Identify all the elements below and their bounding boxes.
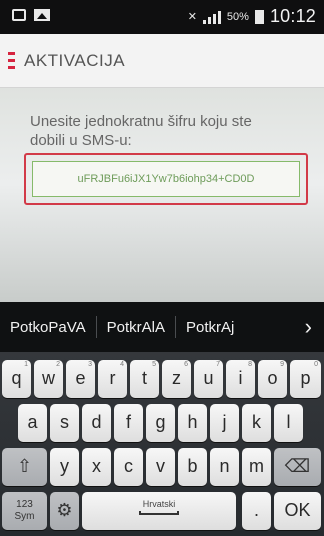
key-r[interactable]: 4r: [98, 360, 127, 398]
keyboard: 1q 2w 3e 4r 5t 6z 7u 8i 9o 0p a s d f g …: [0, 352, 324, 536]
sms-code-input[interactable]: uFRJBFu6iJX1Yw7b6iohp34+CD0D: [32, 161, 300, 197]
key-hint: 1: [24, 361, 28, 368]
status-bar: ✕ 50% 10:12: [0, 0, 324, 34]
activation-content: Unesite jednokratnu šifru koju ste dobil…: [0, 88, 324, 302]
key-n[interactable]: n: [210, 448, 239, 486]
key-h[interactable]: h: [178, 404, 207, 442]
key-a[interactable]: a: [18, 404, 47, 442]
gear-icon: ⚙: [56, 500, 73, 520]
suggestion-item[interactable]: PotkoPaVA: [0, 319, 96, 336]
shift-key[interactable]: ⇧: [2, 448, 47, 486]
space-label: Hrvatski: [142, 499, 176, 509]
key-t[interactable]: 5t: [130, 360, 159, 398]
key-i[interactable]: 8i: [226, 360, 255, 398]
key-label: t: [141, 368, 147, 388]
symbols-label: 123 Sym: [14, 499, 35, 522]
key-w[interactable]: 2w: [34, 360, 63, 398]
key-f[interactable]: f: [114, 404, 143, 442]
key-label: z: [172, 368, 181, 388]
key-b[interactable]: b: [178, 448, 207, 486]
key-hint: 2: [56, 361, 60, 368]
key-e[interactable]: 3e: [66, 360, 95, 398]
battery-percent: 50%: [226, 10, 249, 23]
key-hint: 8: [248, 361, 252, 368]
suggestion-bar: PotkoPaVA PotkrAlA PotkrAj ›: [0, 302, 324, 352]
backspace-key[interactable]: ⌫: [274, 448, 321, 486]
key-x[interactable]: x: [82, 448, 111, 486]
key-c[interactable]: c: [114, 448, 143, 486]
key-label: o: [267, 368, 278, 388]
instruction-text: Unesite jednokratnu šifru koju ste dobil…: [30, 113, 252, 149]
battery-icon: [254, 9, 264, 24]
mute-icon: ✕: [187, 11, 197, 23]
key-label: u: [203, 368, 214, 388]
more-suggestions-icon[interactable]: ›: [305, 314, 312, 340]
period-key[interactable]: .: [242, 492, 271, 530]
key-d[interactable]: d: [82, 404, 111, 442]
key-k[interactable]: k: [242, 404, 271, 442]
key-v[interactable]: v: [146, 448, 175, 486]
notification-icon: [12, 9, 26, 21]
ok-key[interactable]: OK: [274, 492, 321, 530]
suggestion-item[interactable]: PotkrAj: [176, 319, 244, 336]
key-label: r: [109, 368, 116, 388]
app-bar: AKTIVACIJA: [0, 34, 324, 88]
suggestion-item[interactable]: PotkrAlA: [97, 319, 175, 336]
key-hint: 0: [314, 361, 318, 368]
key-y[interactable]: y: [50, 448, 79, 486]
key-l[interactable]: l: [274, 404, 303, 442]
page-title: AKTIVACIJA: [24, 51, 126, 70]
settings-key[interactable]: ⚙: [50, 492, 79, 530]
key-label: p: [300, 368, 311, 388]
key-u[interactable]: 7u: [194, 360, 223, 398]
key-o[interactable]: 9o: [258, 360, 287, 398]
key-q[interactable]: 1q: [2, 360, 31, 398]
key-label: e: [75, 368, 86, 388]
key-label: w: [42, 368, 55, 388]
symbols-key[interactable]: 123 Sym: [2, 492, 47, 530]
space-icon: [139, 511, 179, 515]
image-icon: [34, 9, 50, 21]
key-hint: 5: [152, 361, 156, 368]
key-label: q: [11, 368, 22, 388]
key-hint: 9: [280, 361, 284, 368]
key-hint: 3: [88, 361, 92, 368]
signal-icon: [202, 10, 221, 24]
key-p[interactable]: 0p: [290, 360, 321, 398]
menu-icon[interactable]: [8, 52, 15, 70]
key-g[interactable]: g: [146, 404, 175, 442]
key-hint: 6: [184, 361, 188, 368]
key-s[interactable]: s: [50, 404, 79, 442]
key-z[interactable]: 6z: [162, 360, 191, 398]
key-label: i: [238, 368, 243, 388]
space-key[interactable]: Hrvatski: [82, 492, 236, 530]
key-j[interactable]: j: [210, 404, 239, 442]
clock: 10:12: [269, 6, 316, 26]
key-m[interactable]: m: [242, 448, 271, 486]
highlight-frame: uFRJBFu6iJX1Yw7b6iohp34+CD0D: [24, 153, 308, 205]
key-hint: 7: [216, 361, 220, 368]
key-hint: 4: [120, 361, 124, 368]
